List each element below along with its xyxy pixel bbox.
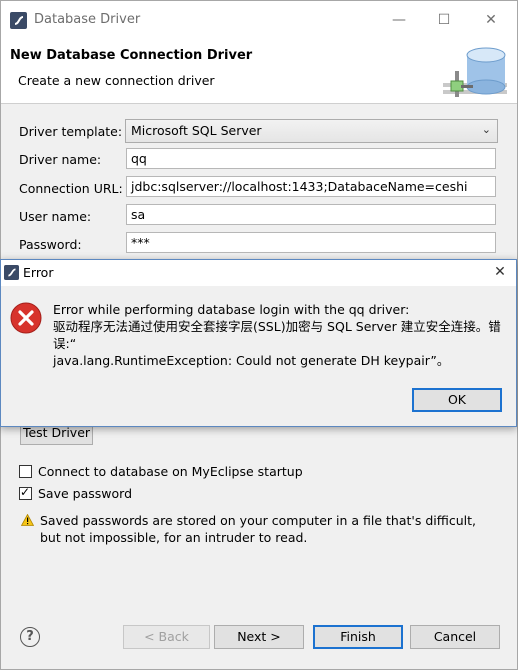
- error-icon: [10, 302, 42, 334]
- error-message-line: Error while performing database login wi…: [53, 302, 410, 317]
- close-button[interactable]: ✕: [478, 9, 504, 31]
- password-input[interactable]: ***: [126, 232, 496, 253]
- driver-template-label: Driver template:: [19, 124, 123, 139]
- help-icon[interactable]: ?: [20, 627, 40, 647]
- error-message-line: 驱动程序无法通过使用安全套接字层(SSL)加密与 SQL Server 建立安全…: [53, 319, 501, 351]
- save-password-label: Save password: [38, 486, 133, 501]
- checkmark-icon: ✓: [20, 485, 31, 499]
- minimize-button[interactable]: —: [386, 9, 412, 31]
- next-button[interactable]: Next >: [214, 625, 304, 649]
- error-close-button[interactable]: ✕: [490, 262, 510, 282]
- error-message-line: java.lang.RuntimeException: Could not ge…: [53, 353, 450, 368]
- back-button[interactable]: < Back: [123, 625, 210, 649]
- banner-subtitle: Create a new connection driver: [18, 73, 215, 88]
- connection-url-label: Connection URL:: [19, 181, 123, 196]
- error-message: Error while performing database login wi…: [53, 301, 508, 369]
- cancel-button[interactable]: Cancel: [410, 625, 500, 649]
- error-dialog: Error ✕ Error while performing database …: [0, 259, 517, 427]
- ok-button[interactable]: OK: [412, 388, 502, 412]
- driver-template-value: Microsoft SQL Server: [131, 123, 262, 138]
- error-title: Error: [23, 265, 54, 280]
- banner-title: New Database Connection Driver: [10, 48, 253, 63]
- driver-name-label: Driver name:: [19, 152, 102, 167]
- finish-button[interactable]: Finish: [313, 625, 403, 649]
- title-bar: Database Driver — ☐ ✕: [1, 1, 517, 39]
- password-warning-text: Saved passwords are stored on your compu…: [40, 513, 476, 545]
- user-name-input[interactable]: sa: [126, 204, 496, 225]
- connection-url-input[interactable]: jdbc:sqlserver://localhost:1433;Databace…: [126, 176, 496, 197]
- connect-on-startup-label: Connect to database on MyEclipse startup: [38, 464, 303, 479]
- myeclipse-icon: [4, 265, 19, 280]
- password-label: Password:: [19, 237, 82, 252]
- warning-icon: [21, 514, 34, 526]
- error-title-bar: Error ✕: [1, 260, 516, 286]
- maximize-button[interactable]: ☐: [431, 9, 457, 31]
- wizard-banner: New Database Connection Driver Create a …: [1, 39, 517, 104]
- window-title: Database Driver: [34, 12, 141, 27]
- chevron-down-icon: ⌄: [481, 123, 491, 136]
- save-password-checkbox[interactable]: ✓: [19, 485, 32, 500]
- database-icon: [443, 47, 507, 97]
- driver-template-select[interactable]: Microsoft SQL Server ⌄: [125, 119, 498, 143]
- myeclipse-icon: [10, 12, 27, 29]
- connect-on-startup-checkbox[interactable]: [19, 465, 32, 478]
- driver-name-input[interactable]: qq: [126, 148, 496, 169]
- user-name-label: User name:: [19, 209, 92, 224]
